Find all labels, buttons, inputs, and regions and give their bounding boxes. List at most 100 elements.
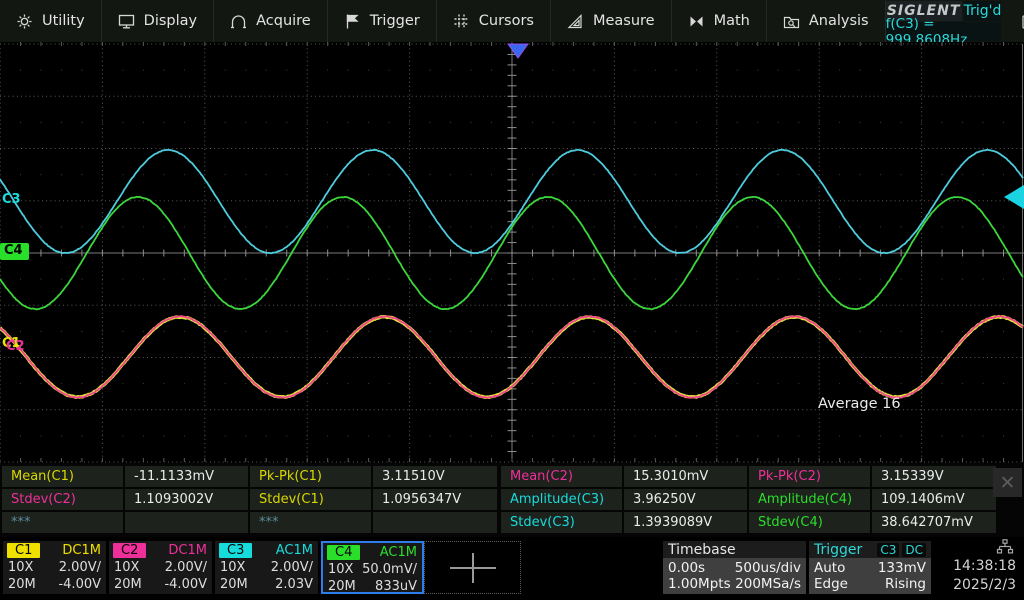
channel-scale: 2.00V/ [271,560,313,575]
measurement-label: Stdev(C4) [749,512,870,533]
measurement-value: 38.642707mV [872,512,996,533]
menu: Utility Display Acquire Trigger Cursors Measu… [0,0,886,42]
measurement-label: Mean(C1) [2,466,123,487]
set-square-icon [567,13,584,30]
menu-item-measure[interactable]: Measure [551,0,672,42]
measurement-value: 15.3010mV [624,466,747,487]
menu-item-math[interactable]: Math [672,0,767,42]
measurement-table-left: Mean(C1)-11.1133mVPk-Pk(C1)3.11510VStdev… [2,466,497,533]
measurement-value: 1.0956347V [373,489,497,510]
measurement-value: 1.1093002V [125,489,248,510]
monitor-icon [118,13,135,30]
measurement-label: Mean(C2) [501,466,622,487]
measurement-table-right: Mean(C2)15.3010mVPk-Pk(C2)3.15339VAmplit… [501,466,996,533]
channel-probe: 10X [8,560,33,575]
trigger-position-marker[interactable] [508,44,528,58]
menu-item-utility[interactable]: Utility [0,0,102,42]
menu-item-analysis[interactable]: Analysis [767,0,886,42]
menu-item-label: Cursors [479,13,534,29]
menu-item-display[interactable]: Display [102,0,214,42]
channel-box-c4[interactable]: C4 AC1M 10X 50.0mV/20M 833uV [321,541,424,594]
measurement-value: 3.15339V [872,466,996,487]
channel-bandwidth: 20M [328,579,356,594]
frequency-readout: f(C3) = 999.8608Hz [886,22,1002,41]
clock-time: 14:38:18 [953,556,1016,576]
timebase-title: Timebase [668,542,736,558]
menu-item-label: Trigger [370,13,420,29]
trigger-source-badge: C3 [877,543,899,557]
channel-box-c2[interactable]: C2 DC1M 10X 2.00V/20M -4.00V [109,541,212,594]
menu-item-acquire[interactable]: Acquire [214,0,328,42]
brand-block: SIGLENT Trig'd f(C3) = 999.8608Hz [886,1,1002,41]
timebase-samplerate: 200MSa/s [735,576,801,592]
channel-scale: 2.00V/ [165,560,207,575]
measurement-value [125,512,248,533]
gear-icon [16,13,33,30]
clock-date: 2025/2/3 [953,576,1016,595]
channel-marker-c4[interactable]: C4 [0,243,29,260]
channel-name-chip: C2 [113,543,146,558]
timebase-panel[interactable]: Timebase 0.00s 500us/div 1.00Mpts 200MSa… [663,541,806,594]
measurement-label: *** [2,512,123,533]
status-bar: C1DC1M10X2.00V/20M-4.00VC2DC1M10X2.00V/2… [0,537,1024,600]
flag-icon [344,13,361,30]
close-icon: ✕ [1000,472,1016,494]
measurement-label: Pk-Pk(C1) [250,466,371,487]
top-menu-bar: Utility Display Acquire Trigger Cursors Measu… [0,0,1024,42]
channel-bandwidth: 20M [8,577,36,592]
channel-offset: -4.00V [58,577,101,592]
menu-item-trigger[interactable]: Trigger [328,0,437,42]
folder-magnifier-icon [783,13,800,30]
measurement-label: Amplitude(C4) [749,489,870,510]
menu-item-cursors[interactable]: Cursors [437,0,551,42]
measurement-value: 3.11510V [373,466,497,487]
measurement-label: *** [250,512,371,533]
datetime-block: 14:38:18 2025/2/3 [953,539,1016,595]
channel-offset: -4.00V [164,577,207,592]
network-icon [953,539,1016,556]
channel-bandwidth: 20M [114,577,142,592]
timebase-delay: 0.00s [668,560,705,576]
channel-offset: 2.03V [275,577,313,592]
channel-marker-c3[interactable]: C3 [2,193,21,207]
channel-name-chip: C4 [327,545,360,560]
channel-coupling: AC1M [380,545,417,561]
channel-marker-c2[interactable]: C2 [6,340,25,354]
channel-box-c1[interactable]: C1DC1M10X2.00V/20M-4.00V [3,541,106,594]
measurement-label: Amplitude(C3) [501,489,622,510]
timebase-scale: 500us/div [735,560,801,576]
timebase-points: 1.00Mpts [668,576,731,592]
trigger-level-marker[interactable] [1004,185,1024,209]
trigger-slope: Rising [885,576,926,592]
channel-probe: 10X [114,560,139,575]
channel-bandwidth: 20M [220,577,248,592]
channel-offset: 833uV [375,579,417,594]
trigger-panel[interactable]: Trigger C3 DC Auto 133mV Edge Rising [809,541,931,594]
measurement-value: 3.96250V [624,489,747,510]
waveform-display[interactable]: C3C4C1C2 Average 16 [0,42,1024,463]
save-button[interactable]: SAVE [1001,13,1024,30]
add-channel-button[interactable] [424,541,521,594]
channel-probe: 10X [328,562,353,577]
measurement-panel: Mean(C1)-11.1133mVPk-Pk(C1)3.11510VStdev… [0,463,1024,537]
channel-scale: 50.0mV/ [362,562,417,577]
trigger-type: Edge [814,576,848,592]
menu-item-label: Analysis [809,13,869,29]
channel-coupling: AC1M [276,543,313,559]
channel-name-chip: C3 [219,543,252,558]
channel-coupling: DC1M [62,543,101,559]
close-measurements-button[interactable]: ✕ [993,468,1022,497]
menu-item-label: Acquire [256,13,311,29]
measurement-label: Stdev(C3) [501,512,622,533]
channel-box-c3[interactable]: C3AC1M10X2.00V/20M2.03V [215,541,318,594]
bowtie-icon [688,13,705,30]
channel-coupling: DC1M [168,543,207,559]
measurement-value: 1.3939089V [624,512,747,533]
menu-item-label: Measure [593,13,655,29]
trigger-level: 133mV [878,560,926,576]
oscilloscope-screen: Utility Display Acquire Trigger Cursors Measu… [0,0,1024,600]
measurement-label: Stdev(C1) [250,489,371,510]
measurement-label: Pk-Pk(C2) [749,466,870,487]
average-annotation: Average 16 [818,396,901,412]
menu-item-label: Utility [42,13,85,29]
